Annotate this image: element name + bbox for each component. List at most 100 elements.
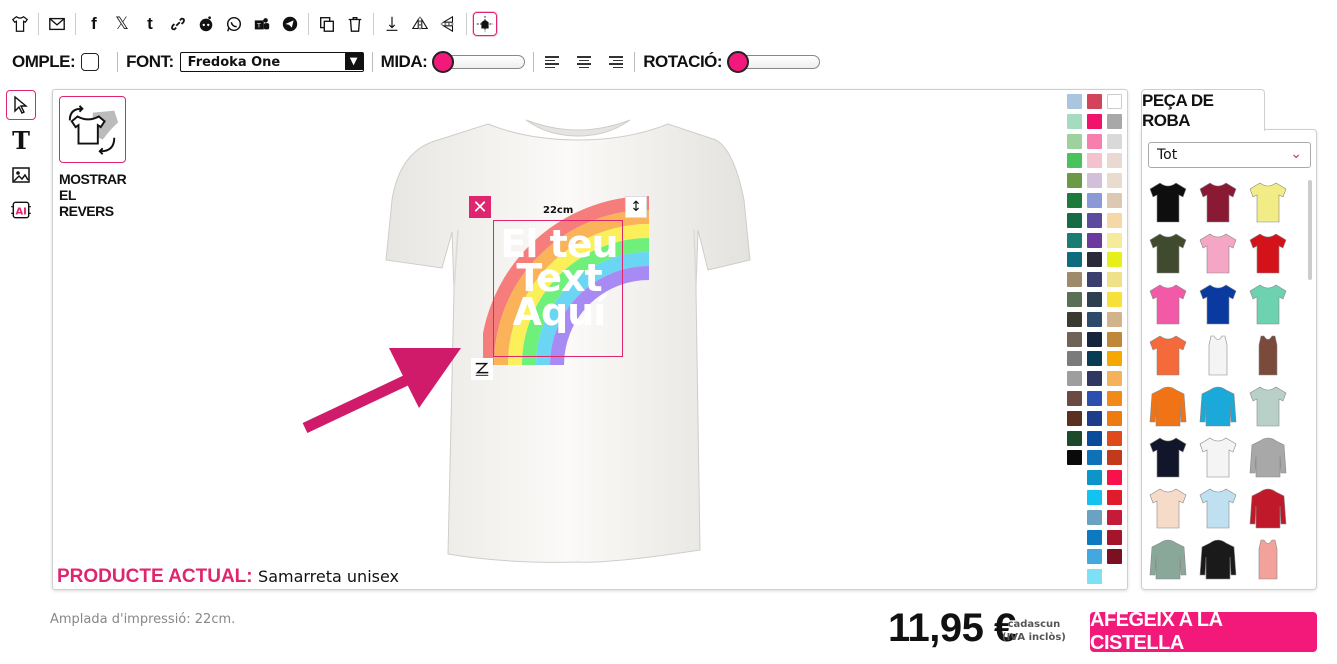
color-swatch[interactable]: [1087, 470, 1102, 486]
color-swatch[interactable]: [1107, 470, 1122, 486]
garment-tshirt-pink[interactable]: [1198, 231, 1238, 275]
design-text[interactable]: El teu Text Aquí: [494, 221, 624, 331]
align-right-icon[interactable]: [601, 52, 624, 72]
color-swatch[interactable]: [1107, 252, 1122, 268]
garment-tshirt-blue[interactable]: [1198, 282, 1238, 326]
color-swatch[interactable]: [1107, 291, 1122, 307]
ai-icon[interactable]: AI: [6, 195, 36, 225]
align-left-icon[interactable]: [545, 52, 567, 72]
garment-tanktop-brown[interactable]: [1248, 333, 1288, 377]
color-swatch[interactable]: [1087, 192, 1102, 208]
add-to-cart-button[interactable]: AFEGEIX A LA CISTELLA: [1090, 609, 1317, 654]
telegram-icon[interactable]: [278, 12, 302, 36]
color-swatch[interactable]: [1087, 212, 1102, 228]
color-swatch[interactable]: [1107, 390, 1122, 406]
garment-hoodie-orange[interactable]: [1148, 384, 1188, 428]
color-swatch[interactable]: [1067, 450, 1082, 466]
close-icon[interactable]: ✕: [469, 196, 491, 218]
color-swatch[interactable]: [1087, 549, 1102, 565]
trash-icon[interactable]: [343, 12, 367, 36]
garment-tshirt-red[interactable]: [1248, 231, 1288, 275]
color-swatch[interactable]: [1107, 133, 1122, 149]
garment-sweatshirt-sage[interactable]: [1148, 537, 1188, 581]
color-swatch[interactable]: [1087, 331, 1102, 347]
reddit-icon[interactable]: [194, 12, 218, 36]
color-swatch[interactable]: [1107, 549, 1122, 565]
garment-tshirt-black[interactable]: [1148, 180, 1188, 224]
facebook-icon[interactable]: f: [82, 12, 106, 36]
show-reverse-button[interactable]: MOSTRAR EL REVERS: [59, 96, 127, 219]
garment-tshirt-peach[interactable]: [1148, 486, 1188, 530]
color-swatch[interactable]: [1087, 430, 1102, 446]
color-swatch[interactable]: [1107, 192, 1122, 208]
flip-vertical-icon[interactable]: [436, 12, 460, 36]
fill-checkbox[interactable]: [81, 53, 100, 71]
color-swatch[interactable]: [1067, 173, 1082, 189]
garment-raglan-black-white[interactable]: [1198, 435, 1238, 479]
color-swatch[interactable]: [1087, 153, 1102, 169]
link-icon[interactable]: [166, 12, 190, 36]
color-swatch[interactable]: [1107, 410, 1122, 426]
x-icon[interactable]: 𝕏: [110, 12, 134, 36]
color-swatch[interactable]: [1087, 489, 1102, 505]
color-swatch[interactable]: [1087, 529, 1102, 545]
color-swatch[interactable]: [1067, 192, 1082, 208]
color-swatch[interactable]: [1087, 94, 1102, 109]
color-swatch[interactable]: [1107, 450, 1122, 466]
color-swatch[interactable]: [1107, 153, 1122, 169]
center-icon[interactable]: [473, 12, 497, 36]
teams-icon[interactable]: T: [250, 12, 274, 36]
tshirt-icon[interactable]: [8, 12, 32, 36]
mail-icon[interactable]: [45, 12, 69, 36]
garment-tanktop-white[interactable]: [1198, 333, 1238, 377]
flip-horizontal-icon[interactable]: [408, 12, 432, 36]
tumblr-icon[interactable]: t: [138, 12, 162, 36]
design-selection-box[interactable]: El teu Text Aquí: [493, 220, 623, 357]
color-swatch[interactable]: [1107, 351, 1122, 367]
color-swatch[interactable]: [1087, 509, 1102, 525]
text-icon[interactable]: T: [6, 125, 36, 155]
garment-filter-select[interactable]: Tot ⌄: [1148, 142, 1311, 168]
garment-tshirt-olive[interactable]: [1148, 231, 1188, 275]
garment-tshirt-lightblue[interactable]: [1198, 486, 1238, 530]
garment-tanktop-coral[interactable]: [1248, 537, 1288, 581]
garment-tshirt-fuchsia[interactable]: [1148, 282, 1188, 326]
font-select[interactable]: Fredoka One ▼: [179, 52, 364, 72]
color-swatch[interactable]: [1107, 272, 1122, 288]
garment-hoodie-black-orange[interactable]: [1198, 537, 1238, 581]
rotation-slider[interactable]: [727, 51, 821, 73]
color-swatch[interactable]: [1107, 331, 1122, 347]
whatsapp-icon[interactable]: [222, 12, 246, 36]
color-swatch[interactable]: [1087, 410, 1102, 426]
size-slider-knob[interactable]: [432, 51, 455, 73]
color-swatch[interactable]: [1087, 569, 1102, 585]
garment-tshirt-mint[interactable]: [1248, 282, 1288, 326]
image-icon[interactable]: [6, 160, 36, 190]
color-swatch[interactable]: [1067, 113, 1082, 129]
garment-hoodie-cyan[interactable]: [1198, 384, 1238, 428]
select-icon[interactable]: [6, 90, 36, 120]
color-swatch[interactable]: [1087, 390, 1102, 406]
color-swatch[interactable]: [1067, 133, 1082, 149]
color-swatch[interactable]: [1087, 252, 1102, 268]
color-swatch[interactable]: [1087, 371, 1102, 387]
garment-jacket-red[interactable]: [1248, 486, 1288, 530]
garment-hoodie-grey[interactable]: [1248, 435, 1288, 479]
color-swatch[interactable]: [1087, 272, 1102, 288]
flip-shirt-icon[interactable]: [59, 96, 126, 163]
color-swatch[interactable]: [1067, 212, 1082, 228]
resize-icon[interactable]: ↕: [625, 196, 647, 218]
rotate-icon[interactable]: [471, 358, 493, 380]
color-swatch[interactable]: [1067, 94, 1082, 109]
color-swatch[interactable]: [1067, 232, 1082, 248]
tab-garment[interactable]: PEÇA DE ROBA: [1141, 89, 1265, 131]
color-swatch[interactable]: [1107, 311, 1122, 327]
color-swatch[interactable]: [1107, 529, 1122, 545]
align-bottom-icon[interactable]: [380, 12, 404, 36]
copy-icon[interactable]: [315, 12, 339, 36]
color-swatch[interactable]: [1067, 430, 1082, 446]
color-swatch[interactable]: [1107, 94, 1122, 109]
garment-tshirt-orange[interactable]: [1148, 333, 1188, 377]
color-swatch[interactable]: [1087, 173, 1102, 189]
color-swatch[interactable]: [1067, 410, 1082, 426]
